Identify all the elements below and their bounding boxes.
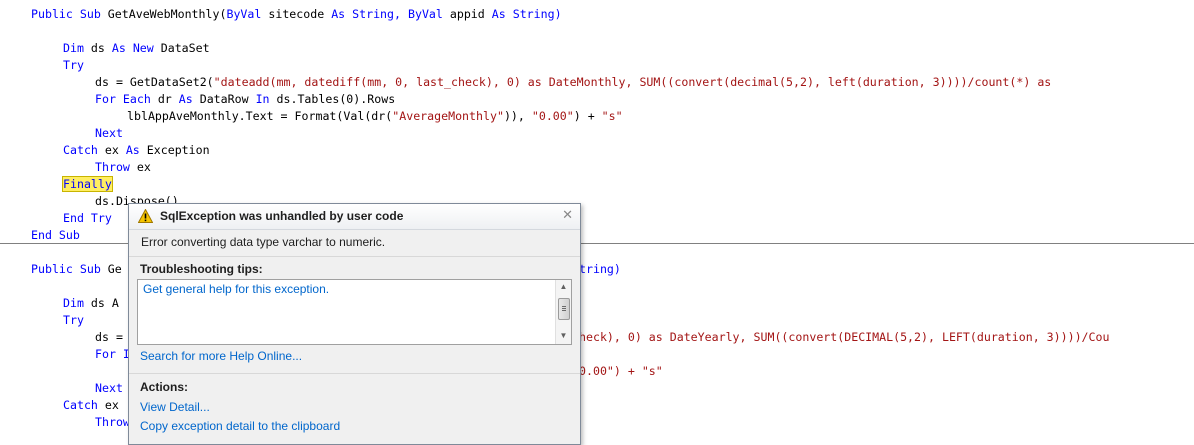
code-line: Catch ex — [63, 397, 119, 414]
exception-message: Error converting data type varchar to nu… — [141, 235, 386, 249]
code-keyword: Catch — [63, 398, 98, 412]
code-string: "dateadd(mm, datediff(mm, 0, last_check)… — [213, 75, 1052, 89]
code-keyword: Next — [95, 126, 123, 140]
code-keyword: ByVal — [407, 7, 443, 21]
code-text: DataRow — [192, 92, 256, 106]
code-keyword: Public Sub — [31, 262, 101, 276]
code-line: lblAppAveMonthly.Text = Format(Val(dr("A… — [127, 108, 623, 125]
code-keyword: As — [178, 92, 193, 106]
code-keyword: Dim — [63, 41, 84, 55]
code-line: ds = — [95, 329, 123, 346]
code-text: ) + — [573, 109, 602, 123]
code-text: Exception — [139, 143, 210, 157]
code-text: ds = GetDataSet2( — [95, 75, 214, 89]
code-keyword: Dim — [63, 296, 84, 310]
code-keyword: Throw — [95, 160, 130, 174]
code-keyword: Public Sub — [31, 7, 101, 21]
tip-link[interactable]: Get general help for this exception. — [143, 282, 329, 296]
code-text: ds A — [83, 296, 119, 310]
code-keyword: As — [331, 7, 346, 21]
popup-header: SqlException was unhandled by user code … — [129, 204, 580, 230]
code-line: Try — [63, 312, 84, 329]
scroll-up-arrow-icon[interactable]: ▲ — [558, 281, 569, 293]
code-line: Next — [95, 380, 123, 397]
code-line: Next — [95, 125, 123, 142]
code-string: "0.00" — [531, 109, 574, 123]
code-string: "s" — [601, 109, 623, 123]
warning-icon — [138, 209, 153, 223]
code-keyword: As — [125, 143, 140, 157]
code-keyword: Throw — [95, 415, 130, 429]
exception-title: SqlException was unhandled by user code — [160, 209, 404, 223]
grip-line — [562, 306, 566, 307]
code-keyword: As — [491, 7, 506, 21]
tips-scrollbar[interactable]: ▲ ▼ — [555, 280, 571, 344]
code-keyword: String) — [505, 7, 562, 21]
code-line: Public Sub GetAveWebMonthly(ByVal siteco… — [31, 6, 562, 23]
code-line: Throw ex — [95, 159, 151, 176]
exception-assistant-popup: SqlException was unhandled by user code … — [128, 203, 581, 445]
actions-heading: Actions: — [140, 380, 188, 394]
code-line: Try — [63, 57, 84, 74]
troubleshooting-tips-list[interactable]: Get general help for this exception. ▲ ▼ — [137, 279, 572, 345]
code-text: ex — [97, 143, 126, 157]
code-keyword: In — [255, 92, 270, 106]
code-keyword: Try — [63, 313, 84, 327]
code-keyword: As New — [111, 41, 154, 55]
scrollbar-thumb[interactable] — [558, 298, 570, 320]
code-line: Catch ex As Exception — [63, 142, 210, 159]
code-text: lblAppAveMonthly.Text = Format(Val(dr( — [127, 109, 393, 123]
close-icon[interactable]: ✕ — [562, 207, 573, 223]
code-line: Public Sub Ge — [31, 261, 122, 278]
code-keyword: End Try — [63, 211, 112, 225]
method-name: Ge — [107, 262, 122, 276]
code-string: heck), 0) as DateYearly, SUM((convert(DE… — [579, 330, 1110, 344]
code-line: ds = GetDataSet2("dateadd(mm, datediff(m… — [95, 74, 1051, 91]
view-detail-link[interactable]: View Detail... — [140, 400, 210, 414]
code-string: 0.00") + "s" — [579, 364, 663, 378]
code-text: sitecode — [261, 7, 332, 21]
code-line: heck), 0) as DateYearly, SUM((convert(DE… — [579, 329, 1109, 346]
code-text: ex — [97, 398, 119, 412]
troubleshooting-heading: Troubleshooting tips: — [140, 262, 263, 276]
code-text: )), — [503, 109, 532, 123]
code-line: For I — [95, 346, 130, 363]
method-name: GetAveWebMonthly( — [107, 7, 227, 21]
code-keyword: String, — [345, 7, 408, 21]
code-text: ds — [83, 41, 112, 55]
code-keyword: For — [95, 347, 116, 361]
grip-line — [562, 310, 566, 311]
divider — [129, 373, 580, 374]
code-keyword: For Each — [95, 92, 151, 106]
code-line: End Sub — [31, 227, 80, 244]
code-keyword: Catch — [63, 143, 98, 157]
code-keyword: Next — [95, 381, 123, 395]
code-text: ds = — [95, 330, 123, 344]
code-text: appid — [442, 7, 492, 21]
code-line: Dim ds As New DataSet — [63, 40, 210, 57]
code-line: Throw — [95, 414, 130, 431]
code-text: ds.Tables(0).Rows — [269, 92, 396, 106]
code-line: For Each dr As DataRow In ds.Tables(0).R… — [95, 91, 395, 108]
divider — [129, 256, 580, 257]
code-line: Finally — [62, 176, 113, 193]
code-keyword: Try — [63, 58, 84, 72]
code-line: tring) — [579, 261, 621, 278]
code-keyword: ByVal — [226, 7, 262, 21]
code-keyword: End Sub — [31, 228, 80, 242]
code-line: End Try — [63, 210, 112, 227]
highlighted-statement[interactable]: Finally — [62, 176, 113, 192]
search-help-online-link[interactable]: Search for more Help Online... — [140, 349, 302, 363]
code-text: dr — [150, 92, 179, 106]
grip-line — [562, 308, 566, 309]
code-keyword: tring) — [579, 262, 621, 276]
code-line: Dim ds A — [63, 295, 119, 312]
code-text: ex — [129, 160, 151, 174]
copy-exception-detail-link[interactable]: Copy exception detail to the clipboard — [140, 419, 340, 433]
code-string: "AverageMonthly" — [392, 109, 504, 123]
code-line: 0.00") + "s" — [579, 363, 663, 380]
code-text: DataSet — [153, 41, 210, 55]
scroll-down-arrow-icon[interactable]: ▼ — [558, 330, 569, 342]
